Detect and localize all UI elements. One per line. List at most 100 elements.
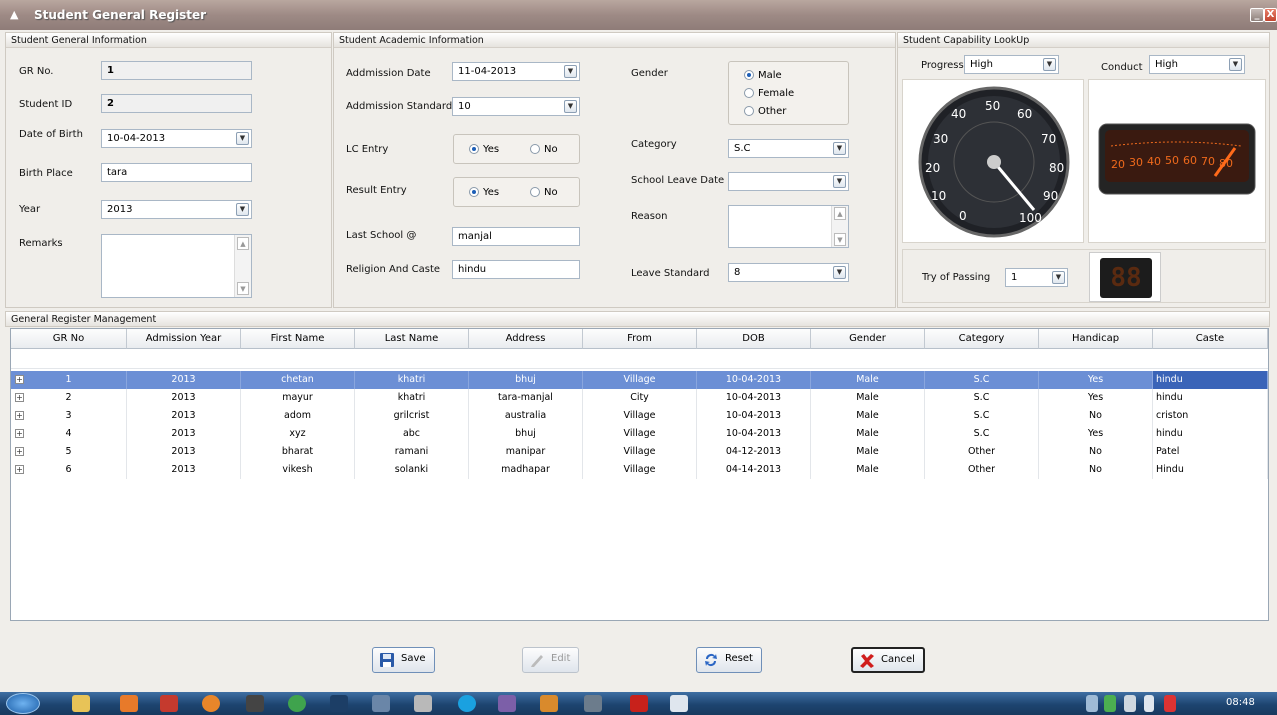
clock[interactable]: 08:48 xyxy=(1226,697,1255,708)
column-header[interactable]: DOB xyxy=(697,329,811,349)
app-editor-icon[interactable] xyxy=(670,695,688,712)
skype-icon[interactable] xyxy=(458,695,476,712)
table-row[interactable]: +1 2013 chetan khatri bhuj Village 10-04-2013 M… xyxy=(11,371,1268,389)
table-cell: Village xyxy=(583,425,697,443)
filezilla-icon[interactable] xyxy=(160,695,178,712)
table-row[interactable]: +3 2013 adom grilcrist australia Village 10-04… xyxy=(11,407,1268,425)
gauge-tick-label: 40 xyxy=(1147,155,1161,168)
table-cell: bharat xyxy=(241,443,355,461)
remarks-textarea[interactable]: ▲ ▼ xyxy=(101,234,252,298)
chevron-down-icon[interactable]: ▼ xyxy=(564,65,577,78)
admission-standard-select[interactable]: 10 ▼ xyxy=(452,97,580,116)
column-header[interactable]: Gender xyxy=(811,329,925,349)
table-row[interactable]: +4 2013 xyz abc bhuj Village 10-04-2013 Male S.C… xyxy=(11,425,1268,443)
chevron-down-icon[interactable]: ▼ xyxy=(236,203,249,216)
register-grid[interactable]: GR No Admission Year First Name Last Name Ad… xyxy=(10,328,1269,621)
table-cell: Male xyxy=(811,443,925,461)
table-row[interactable]: +2 2013 mayur khatri tara-manjal City 10-04-20… xyxy=(11,389,1268,407)
chrome-icon[interactable] xyxy=(288,695,306,712)
firefox-icon[interactable] xyxy=(202,695,220,712)
chevron-down-icon[interactable]: ▼ xyxy=(833,175,846,188)
gr-no-field[interactable]: 1 xyxy=(101,61,252,80)
table-cell: Other xyxy=(925,443,1039,461)
leave-standard-select[interactable]: 8 ▼ xyxy=(728,263,849,282)
grid-filter-row[interactable] xyxy=(11,349,1268,369)
admission-date-picker[interactable]: 11-04-2013 ▼ xyxy=(452,62,580,81)
signal-icon[interactable] xyxy=(1164,695,1176,712)
chevron-down-icon[interactable]: ▼ xyxy=(564,100,577,113)
reset-button[interactable]: Reset xyxy=(696,647,762,673)
academic-info-title: Student Academic Information xyxy=(334,33,895,48)
close-button[interactable]: X xyxy=(1264,8,1277,22)
scroll-down-icon[interactable]: ▼ xyxy=(237,282,249,295)
school-leave-date-picker[interactable]: ▼ xyxy=(728,172,849,191)
lc-no-radio[interactable]: No xyxy=(530,144,558,155)
start-button[interactable] xyxy=(6,693,40,714)
column-header[interactable]: From xyxy=(583,329,697,349)
progress-select[interactable]: High ▼ xyxy=(964,55,1059,74)
result-no-radio[interactable]: No xyxy=(530,187,558,198)
gender-female-radio[interactable]: Female xyxy=(744,88,794,99)
column-header[interactable]: First Name xyxy=(241,329,355,349)
column-header[interactable]: Handicap xyxy=(1039,329,1153,349)
app-g-icon[interactable] xyxy=(246,695,264,712)
edit-button[interactable]: Edit xyxy=(522,647,580,673)
reason-textarea[interactable]: ▲ ▼ xyxy=(728,205,849,248)
chevron-down-icon[interactable]: ▼ xyxy=(833,142,846,155)
pdf-reader-icon[interactable] xyxy=(630,695,648,712)
chevron-down-icon[interactable]: ▼ xyxy=(1052,271,1065,284)
app-tool-icon[interactable] xyxy=(414,695,432,712)
gender-male-radio[interactable]: Male xyxy=(744,70,782,81)
dob-picker[interactable]: 10-04-2013 ▼ xyxy=(101,129,252,148)
column-header[interactable]: Address xyxy=(469,329,583,349)
refresh-icon xyxy=(705,654,717,666)
lc-yes-radio[interactable]: Yes xyxy=(469,144,499,155)
column-header[interactable]: Last Name xyxy=(355,329,469,349)
cancel-button[interactable]: Cancel xyxy=(851,647,925,673)
year-value: 2013 xyxy=(107,204,133,215)
chevron-down-icon[interactable]: ▼ xyxy=(1043,58,1056,71)
gender-other-radio[interactable]: Other xyxy=(744,106,786,117)
app-network-icon[interactable] xyxy=(372,695,390,712)
column-header[interactable]: Caste xyxy=(1153,329,1268,349)
scroll-up-icon[interactable]: ▲ xyxy=(834,207,846,220)
category-select[interactable]: S.C ▼ xyxy=(728,139,849,158)
explorer-icon[interactable] xyxy=(72,695,90,712)
scroll-down-icon[interactable]: ▼ xyxy=(834,233,846,246)
volume-icon[interactable] xyxy=(1086,695,1098,712)
table-cell: adom xyxy=(241,407,355,425)
year-select[interactable]: 2013 ▼ xyxy=(101,200,252,219)
visual-studio-icon[interactable] xyxy=(498,695,516,712)
table-row[interactable]: +6 2013 vikesh solanki madhapar Village 04-14-… xyxy=(11,461,1268,479)
chevron-down-icon[interactable]: ▼ xyxy=(833,266,846,279)
birth-place-label: Birth Place xyxy=(19,168,73,179)
window-title-bar[interactable]: ▲ Student General Register _ X xyxy=(0,0,1277,30)
try-of-passing-select[interactable]: 1 ▼ xyxy=(1005,268,1068,287)
reason-scrollbar[interactable]: ▲ ▼ xyxy=(831,206,848,247)
birth-place-input[interactable]: tara xyxy=(101,163,252,182)
battery-icon[interactable] xyxy=(1144,695,1154,712)
minimize-button[interactable]: _ xyxy=(1250,8,1264,22)
media-player-icon[interactable] xyxy=(120,695,138,712)
column-header[interactable]: Category xyxy=(925,329,1039,349)
conduct-select[interactable]: High ▼ xyxy=(1149,55,1245,74)
column-header[interactable]: GR No xyxy=(11,329,127,349)
chevron-down-icon[interactable]: ▼ xyxy=(236,132,249,145)
scroll-up-icon[interactable]: ▲ xyxy=(237,237,249,250)
table-row[interactable]: +5 2013 bharat ramani manipar Village 04-12-20… xyxy=(11,443,1268,461)
result-yes-radio[interactable]: Yes xyxy=(469,187,499,198)
try-of-passing-value: 1 xyxy=(1011,272,1018,283)
save-button[interactable]: Save xyxy=(372,647,435,673)
floppy-disk-icon xyxy=(380,653,394,667)
column-header[interactable]: Admission Year xyxy=(127,329,241,349)
flag-icon[interactable] xyxy=(1124,695,1136,712)
chevron-down-icon[interactable]: ▼ xyxy=(1229,58,1242,71)
last-school-input[interactable]: manjal xyxy=(452,227,580,246)
student-register-app-icon[interactable] xyxy=(584,695,602,712)
network-icon[interactable] xyxy=(1104,695,1116,712)
app-paint-icon[interactable] xyxy=(540,695,558,712)
religion-input[interactable]: hindu xyxy=(452,260,580,279)
photoshop-icon[interactable] xyxy=(330,695,348,712)
student-id-field[interactable]: 2 xyxy=(101,94,252,113)
remarks-scrollbar[interactable]: ▲ ▼ xyxy=(234,235,251,297)
